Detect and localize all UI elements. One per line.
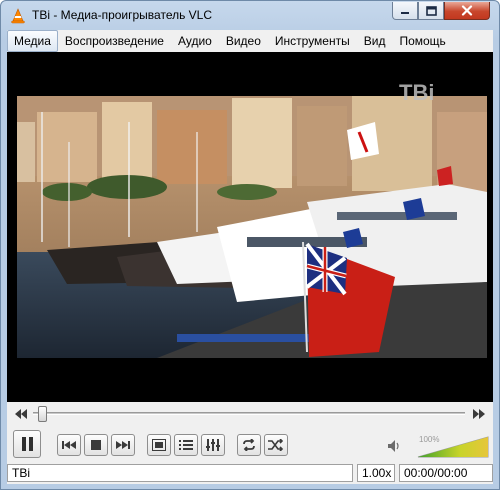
maximize-icon <box>425 5 437 16</box>
playlist-icon <box>179 440 193 450</box>
next-button[interactable] <box>111 434 135 456</box>
menu-video[interactable]: Видео <box>219 30 268 52</box>
fullscreen-icon <box>152 439 166 451</box>
menu-bar: Медиа Воспроизведение Аудио Видео Инстру… <box>7 30 493 52</box>
close-icon <box>461 5 473 16</box>
play-pause-button[interactable] <box>13 430 41 458</box>
seek-track[interactable] <box>33 412 465 415</box>
shuffle-icon <box>268 439 284 451</box>
extended-settings-icon <box>206 439 220 451</box>
menu-tools[interactable]: Инструменты <box>268 30 357 52</box>
vlc-cone-icon <box>11 8 25 24</box>
video-area[interactable]: TBi <box>7 52 493 402</box>
pause-icon <box>22 437 33 451</box>
minimize-icon <box>401 11 409 14</box>
stop-button[interactable] <box>84 434 108 456</box>
video-picture <box>17 96 487 358</box>
control-panel: 100% <box>7 402 493 462</box>
vlc-window: TBi - Медиа-проигрыватель VLC Медиа Восп… <box>0 0 500 490</box>
title-bar[interactable]: TBi - Медиа-проигрыватель VLC <box>1 1 499 30</box>
minimize-button[interactable] <box>392 2 418 20</box>
seek-bar[interactable] <box>7 404 493 422</box>
maximize-button[interactable] <box>418 2 444 20</box>
window-title: TBi - Медиа-проигрыватель VLC <box>32 8 213 22</box>
menu-help[interactable]: Помощь <box>392 30 452 52</box>
menu-media[interactable]: Медиа <box>7 30 58 52</box>
video-frame: TBi <box>7 52 493 402</box>
menu-playback[interactable]: Воспроизведение <box>58 30 171 52</box>
seek-forward-icon[interactable] <box>471 408 487 420</box>
volume-slider[interactable] <box>417 436 489 458</box>
svg-text:TBi: TBi <box>399 80 434 105</box>
status-media-name: TBi <box>7 464 353 482</box>
volume-level-fill <box>418 437 488 457</box>
playback-speed[interactable]: 1.00x <box>357 464 395 482</box>
previous-button[interactable] <box>57 434 81 456</box>
seek-handle[interactable] <box>38 406 48 422</box>
stop-icon <box>91 440 101 450</box>
channel-logo: TBi <box>399 80 434 105</box>
time-display[interactable]: 00:00/00:00 <box>399 464 493 482</box>
shuffle-button[interactable] <box>264 434 288 456</box>
extended-settings-button[interactable] <box>201 434 225 456</box>
status-bar: TBi 1.00x 00:00/00:00 <box>7 462 493 484</box>
fullscreen-button[interactable] <box>147 434 171 456</box>
menu-audio[interactable]: Аудио <box>171 30 219 52</box>
playlist-button[interactable] <box>174 434 198 456</box>
loop-button[interactable] <box>237 434 261 456</box>
loop-icon <box>243 439 255 451</box>
menu-view[interactable]: Вид <box>357 30 393 52</box>
seek-backward-icon[interactable] <box>13 408 29 420</box>
close-button[interactable] <box>444 2 490 20</box>
previous-icon <box>62 441 76 449</box>
speaker-icon[interactable] <box>387 439 403 453</box>
next-icon <box>116 441 130 449</box>
volume-control[interactable]: 100% <box>387 433 493 459</box>
